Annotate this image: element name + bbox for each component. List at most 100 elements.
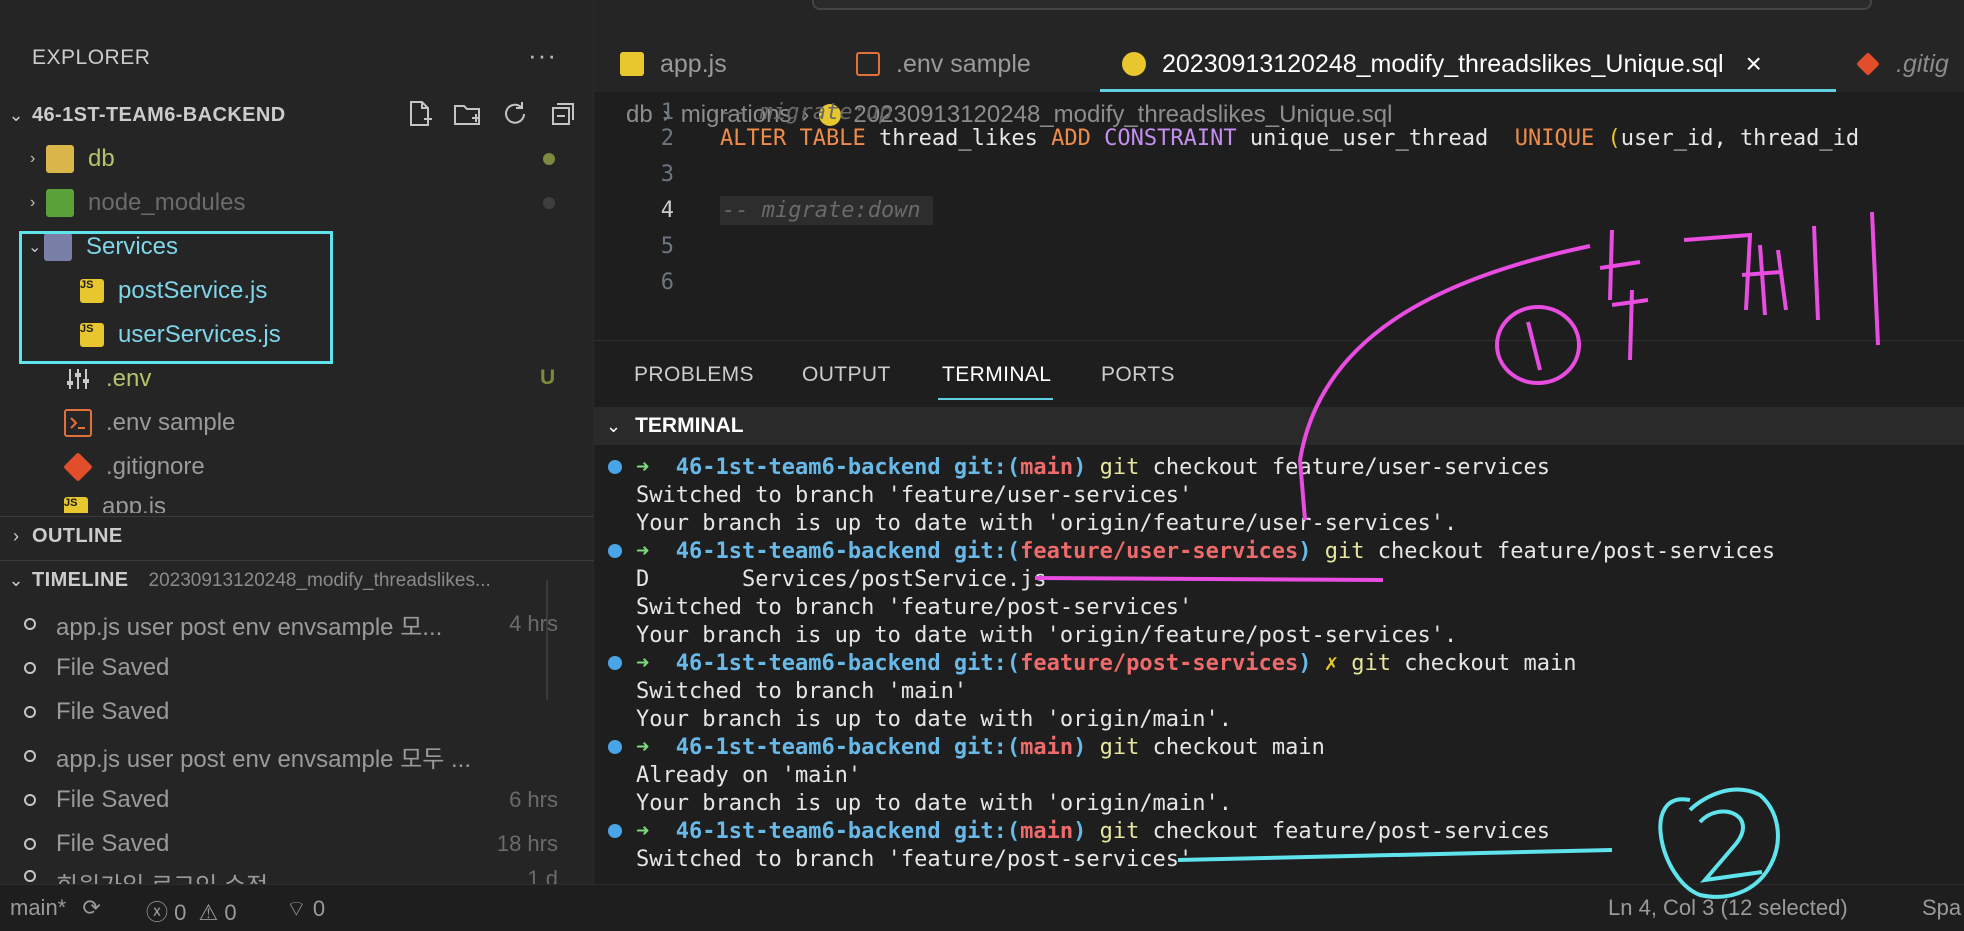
command-args: checkout main <box>1404 650 1577 676</box>
new-file-icon[interactable] <box>404 99 434 129</box>
timeline-item[interactable]: File Saved 6 hrs <box>0 778 594 822</box>
terminal-output-text: Your branch is up to date with 'origin/m… <box>636 706 1233 732</box>
timeline-item[interactable]: File Saved <box>0 690 594 734</box>
commit-icon <box>24 750 36 762</box>
terminal-output-text: Switched to branch 'feature/post-service… <box>636 594 1193 620</box>
prompt-directory: 46-1st-team6-backend <box>675 818 941 844</box>
terminal-output-line: Switched to branch 'feature/user-service… <box>594 481 1964 509</box>
terminal-prompt-line: ➜ 46-1st-team6-backend git:(main) git ch… <box>594 453 1964 481</box>
refresh-icon[interactable] <box>500 99 530 129</box>
command-center-input[interactable] <box>812 0 1872 10</box>
outline-section-header[interactable]: › OUTLINE <box>0 516 594 556</box>
timeline-file: 20230913120248_modify_threadslikes... <box>148 569 491 591</box>
command-status-dot[interactable] <box>608 824 622 838</box>
chevron-right-icon: › <box>30 194 36 211</box>
prompt-git-label: git:( <box>953 818 1021 844</box>
active-tab-indicator <box>1100 89 1836 92</box>
command-name: git <box>1099 454 1140 480</box>
tab-ports[interactable]: PORTS <box>1101 363 1175 387</box>
terminal-output-text: Your branch is up to date with 'origin/f… <box>636 622 1458 648</box>
timeline-item[interactable]: app.js user post env envsample 모... 4 hr… <box>0 602 594 646</box>
tree-item-db[interactable]: › db <box>0 137 594 181</box>
command-name: git <box>1099 734 1140 760</box>
close-tab-icon[interactable]: × <box>1746 48 1762 80</box>
code-editor[interactable]: 1 -- migrate:up 2 ALTER TABLE thread_lik… <box>594 100 1964 330</box>
tab-output[interactable]: OUTPUT <box>802 363 891 387</box>
timeline-item[interactable]: File Saved <box>0 646 594 690</box>
prompt-arrow: ➜ <box>636 454 650 480</box>
git-file-icon <box>1856 52 1880 76</box>
tab-problems[interactable]: PROBLEMS <box>634 363 754 387</box>
database-icon <box>1122 52 1146 76</box>
collapse-all-icon[interactable] <box>548 99 578 129</box>
terminal-prompt-line: ➜ 46-1st-team6-backend git:(feature/post… <box>594 649 1964 677</box>
timeline-label: TIMELINE <box>32 569 129 591</box>
timeline-item[interactable]: app.js user post env envsample 모두 ... <box>0 734 594 778</box>
editor-tab-bar: app.js .env sample 20230913120248_modify… <box>594 0 1964 92</box>
status-bar: main* ⟳ ⓧ 0 ⚠ 0 ⌔ 0 Ln 4, Col 3 (12 sele… <box>0 884 1964 931</box>
command-name: git <box>1324 538 1365 564</box>
save-icon <box>24 662 36 674</box>
tab-label: 20230913120248_modify_threadslikes_Uniqu… <box>1162 49 1724 78</box>
command-status-dot[interactable] <box>608 740 622 754</box>
terminal-output-text: Switched to branch 'feature/user-service… <box>636 482 1193 508</box>
command-args: checkout main <box>1152 734 1325 760</box>
tab-app-js[interactable]: app.js <box>620 38 727 90</box>
terminal-section-header[interactable]: ⌄ TERMINAL <box>594 407 1964 445</box>
sync-icon[interactable]: ⟳ <box>82 895 100 920</box>
tab-env-sample[interactable]: .env sample <box>856 38 1031 90</box>
new-folder-icon[interactable] <box>452 99 482 129</box>
ports-indicator[interactable]: ⌔ 0 <box>286 895 325 923</box>
tab-migration-sql[interactable]: 20230913120248_modify_threadslikes_Uniqu… <box>1122 38 1762 90</box>
branch-indicator[interactable]: main* ⟳ <box>10 895 101 921</box>
bottom-panel: PROBLEMS OUTPUT TERMINAL PORTS ⌄ TERMINA… <box>594 340 1964 884</box>
settings-sliders-icon <box>64 365 92 393</box>
terminal-output-text: Your branch is up to date with 'origin/f… <box>636 510 1458 536</box>
tree-item-node-modules[interactable]: › node_modules <box>0 181 594 225</box>
tab-terminal[interactable]: TERMINAL <box>942 363 1051 387</box>
timeline-item[interactable]: 회원가입 로그인 수정 1 d <box>0 866 594 884</box>
tree-item-label: db <box>88 145 115 172</box>
timeline-section-header[interactable]: ⌄ TIMELINE 20230913120248_modify_threads… <box>0 560 594 600</box>
timeline-label: File Saved <box>56 786 170 813</box>
terminal-prompt-line: ➜ 46-1st-team6-backend git:(main) git ch… <box>594 817 1964 845</box>
save-icon <box>24 794 36 806</box>
commit-icon <box>24 870 36 882</box>
sql-keyword: ADD <box>1051 125 1091 151</box>
save-icon <box>24 706 36 718</box>
command-status-dot[interactable] <box>608 656 622 670</box>
command-status-dot[interactable] <box>608 460 622 474</box>
tree-item-env-sample[interactable]: .env sample <box>0 401 594 445</box>
save-icon <box>24 838 36 850</box>
timeline-label: 회원가입 로그인 수정 <box>56 866 268 884</box>
timeline-item[interactable]: File Saved 18 hrs <box>0 822 594 866</box>
command-args: checkout feature/post-services <box>1377 538 1776 564</box>
tab-label: .env sample <box>896 49 1031 78</box>
line-number: 2 <box>660 125 674 151</box>
terminal-output-text: Switched to branch 'feature/post-service… <box>636 846 1193 872</box>
cursor-position[interactable]: Ln 4, Col 3 (12 selected) <box>1608 895 1848 921</box>
line-number: 4 <box>660 197 674 223</box>
problems-indicator[interactable]: ⓧ 0 ⚠ 0 <box>146 895 237 927</box>
tree-item-appjs[interactable]: JS app.js <box>0 489 594 513</box>
code-line: 3 <box>594 156 1964 192</box>
indentation-indicator[interactable]: Spa <box>1922 895 1961 921</box>
tab-label: .gitig <box>1896 49 1949 78</box>
tab-gitignore[interactable]: .gitig <box>1856 38 1949 90</box>
prompt-directory: 46-1st-team6-backend <box>675 650 941 676</box>
prompt-git-close: ) <box>1073 734 1087 760</box>
timeline-label: File Saved <box>56 698 170 725</box>
explorer-sidebar: EXPLORER ··· ⌄ 46-1ST-TEAM6-BACKEND › db… <box>0 0 594 884</box>
services-highlight-box <box>19 231 333 364</box>
command-status-dot[interactable] <box>608 544 622 558</box>
more-actions-button[interactable]: ··· <box>528 40 557 71</box>
timeline-label: app.js user post env envsample 모... <box>56 613 443 641</box>
tree-item-gitignore[interactable]: .gitignore <box>0 445 594 489</box>
